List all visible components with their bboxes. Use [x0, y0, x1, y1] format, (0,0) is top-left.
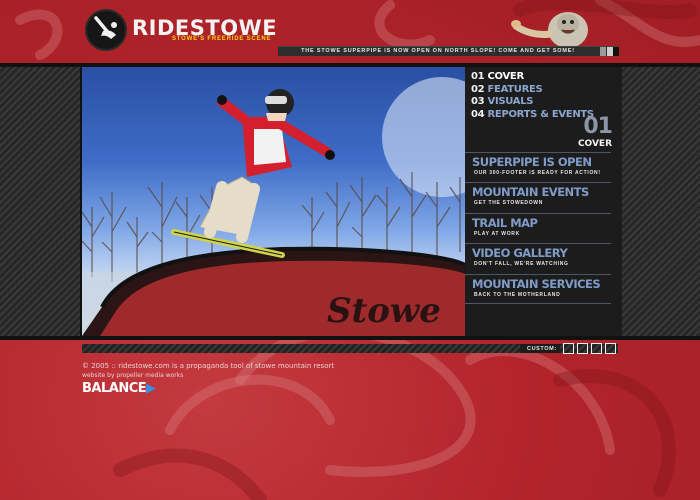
custom-theme-4-button[interactable]: [605, 343, 616, 354]
news-ticker[interactable]: THE STOWE SUPERPIPE IS NOW OPEN ON NORTH…: [278, 46, 619, 56]
ridestowe-logo-icon[interactable]: [85, 9, 127, 51]
toc-item-features[interactable]: 02 FEATURES: [471, 84, 594, 97]
section-toc: 01 COVER 02 FEATURES 03 VISUALS 04 REPOR…: [471, 71, 594, 121]
menu-item-video-gallery[interactable]: VIDEO GALLERY DON'T FALL, WE'RE WATCHING: [465, 243, 611, 273]
site-tagline: STOWE'S FREERIDE SCENE: [172, 36, 272, 42]
left-stripe-panel: [0, 67, 80, 336]
rail-stowe-logo: Stowe: [327, 291, 441, 331]
menu-item-subtitle: BACK TO THE MOTHERLAND: [474, 291, 561, 298]
menu-item-title: MOUNTAIN EVENTS: [472, 185, 589, 200]
menu-item-mountain-events[interactable]: MOUNTAIN EVENTS GET THE STOWEDOWN: [465, 182, 611, 212]
balance-logo-mark-icon: ▶: [146, 381, 156, 396]
custom-theme-3-button[interactable]: [591, 343, 602, 354]
yeti-mascot-icon: [511, 12, 588, 48]
menu-item-title: SUPERPIPE IS OPEN: [472, 155, 592, 169]
ticker-text: THE STOWE SUPERPIPE IS NOW OPEN ON NORTH…: [301, 48, 575, 54]
menu-item-superpipe[interactable]: SUPERPIPE IS OPEN OUR 300-FOOTER IS READ…: [465, 152, 611, 182]
menu-item-subtitle: OUR 300-FOOTER IS READY FOR ACTION!: [474, 170, 601, 176]
copyright-text: © 2005 :: ridestowe.com is a propaganda …: [82, 362, 335, 370]
feature-menu: SUPERPIPE IS OPEN OUR 300-FOOTER IS READ…: [465, 152, 611, 304]
menu-item-subtitle: DON'T FALL, WE'RE WATCHING: [474, 261, 569, 268]
balance-logo[interactable]: BALANCE▶: [82, 381, 156, 396]
current-section-name: COVER: [577, 139, 612, 149]
custom-theme-1-button[interactable]: [563, 343, 574, 354]
toc-item-visuals[interactable]: 03 VISUALS: [471, 96, 594, 109]
menu-item-title: VIDEO GALLERY: [472, 246, 568, 261]
credit-link[interactable]: website by propeller media works: [82, 372, 183, 379]
navigation-panel: 01 COVER 02 FEATURES 03 VISUALS 04 REPOR…: [465, 67, 622, 336]
menu-item-mountain-services[interactable]: MOUNTAIN SERVICES BACK TO THE MOTHERLAND: [465, 273, 611, 304]
menu-item-trail-map[interactable]: TRAIL MAP PLAY AT WORK: [465, 212, 611, 243]
hero-photo[interactable]: Stowe: [82, 67, 465, 336]
toc-item-cover[interactable]: 01 COVER: [471, 71, 594, 84]
menu-item-subtitle: GET THE STOWEDOWN: [474, 200, 544, 207]
ticker-prev-button[interactable]: [600, 47, 606, 56]
snowboarder-figure: [171, 89, 335, 258]
menu-item-title: TRAIL MAP: [472, 215, 538, 230]
current-section-number: 01: [583, 114, 613, 139]
ticker-next-button[interactable]: [613, 47, 619, 56]
menu-item-subtitle: PLAY AT WORK: [474, 230, 520, 237]
right-stripe-panel: [622, 67, 700, 336]
toc-item-reports-events[interactable]: 04 REPORTS & EVENTS: [471, 109, 594, 122]
custom-theme-2-button[interactable]: [577, 343, 588, 354]
custom-label: CUSTOM:: [527, 346, 557, 352]
menu-item-title: MOUNTAIN SERVICES: [472, 276, 601, 291]
